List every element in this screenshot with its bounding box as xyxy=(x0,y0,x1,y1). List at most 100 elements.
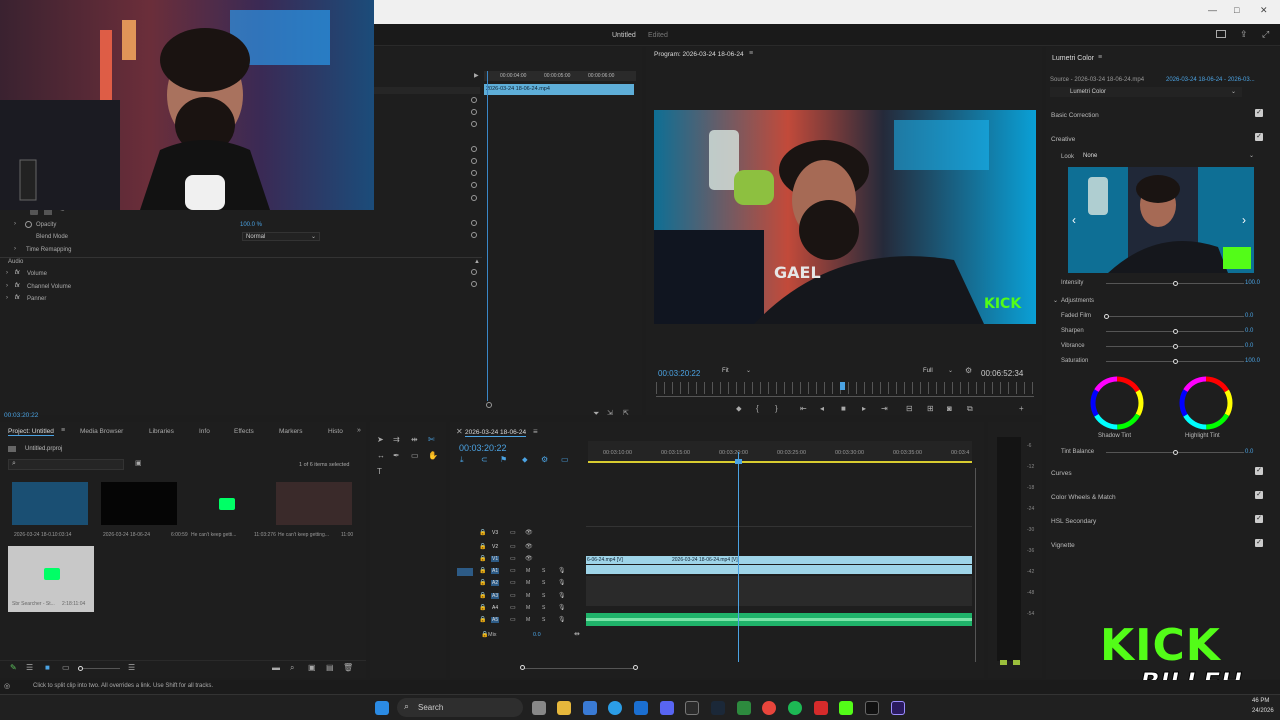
ec-clip-bar[interactable]: 2026-03-24 18-06-24.mp4 xyxy=(484,84,634,95)
adjustments-header[interactable]: Adjustments xyxy=(1061,298,1094,304)
track-label[interactable]: V1 xyxy=(491,556,500,562)
program-playhead[interactable] xyxy=(840,382,845,390)
zoom-track[interactable] xyxy=(80,668,120,669)
expand-icon[interactable]: › xyxy=(6,270,8,276)
lock-icon[interactable]: 🔒 xyxy=(479,604,486,611)
timeline-timecode[interactable]: 00:03:20:22 xyxy=(459,443,507,453)
automate-icon[interactable]: ▬ xyxy=(272,664,280,672)
mail-icon[interactable] xyxy=(634,701,648,715)
start-icon[interactable] xyxy=(375,701,389,715)
basic-correction-header[interactable]: Basic Correction xyxy=(1051,112,1099,119)
sync-lock-icon[interactable]: ▭ xyxy=(510,579,516,586)
look-select[interactable]: None ⌄ xyxy=(1080,152,1258,161)
prev-look-icon[interactable]: ‹ xyxy=(1072,213,1076,227)
intensity-value[interactable]: 100.0 xyxy=(1245,280,1260,286)
terminal-icon[interactable] xyxy=(685,701,699,715)
export-frame-icon[interactable]: ◙ xyxy=(947,405,952,413)
type-tool-icon[interactable]: T xyxy=(377,468,382,476)
lock-icon[interactable]: 🔒 xyxy=(479,529,486,536)
reset-icon[interactable] xyxy=(471,220,477,226)
wrench-icon[interactable]: ⚙ xyxy=(541,456,548,464)
scroll-knob-right[interactable] xyxy=(633,665,638,670)
mute-button[interactable]: M xyxy=(526,580,530,586)
add-marker-icon[interactable]: ⚑ xyxy=(500,456,507,464)
mic-icon[interactable]: 🎙 xyxy=(558,579,566,586)
program-video[interactable]: GAEL KICK xyxy=(654,110,1036,324)
new-bin-icon[interactable]: ▣ xyxy=(135,460,142,467)
solo-button[interactable]: S xyxy=(542,605,545,611)
slider-knob[interactable] xyxy=(1104,314,1109,319)
solo-button[interactable]: S xyxy=(542,580,545,586)
kick-app-icon[interactable] xyxy=(839,701,853,715)
slider-knob[interactable] xyxy=(1173,359,1178,364)
go-to-out-icon[interactable]: ⇥ xyxy=(881,405,888,413)
vignette-checkbox[interactable]: ✓ xyxy=(1255,539,1263,547)
project-tab-3[interactable]: Info xyxy=(199,428,210,435)
reset-icon[interactable] xyxy=(471,158,477,164)
xbox-icon[interactable] xyxy=(737,701,751,715)
solo-button[interactable]: S xyxy=(542,617,545,623)
expand-icon[interactable]: ▶ xyxy=(474,73,479,79)
file-explorer-icon[interactable] xyxy=(557,701,571,715)
lumetri-source-link[interactable]: 2026-03-24 18-06-24 - 2026-03... xyxy=(1166,77,1255,83)
stop-icon[interactable]: ■ xyxy=(841,405,846,413)
minimize-icon[interactable]: — xyxy=(1208,5,1217,15)
sync-lock-icon[interactable]: ▭ xyxy=(510,555,516,562)
expand-icon[interactable]: › xyxy=(6,295,8,301)
step-back-icon[interactable]: ◂ xyxy=(820,405,824,413)
trash-icon[interactable]: 🗑 xyxy=(343,664,353,672)
maximize-icon[interactable]: □ xyxy=(1234,5,1239,15)
go-to-in-icon[interactable]: ⇤ xyxy=(800,405,807,413)
basic-correction-checkbox[interactable]: ✓ xyxy=(1255,109,1263,117)
settings-icon[interactable]: ⇱ xyxy=(623,410,629,417)
solo-button[interactable]: S xyxy=(542,593,545,599)
project-tab-2[interactable]: Libraries xyxy=(149,428,174,435)
zoom-bar[interactable] xyxy=(656,396,1034,397)
lift-icon[interactable]: ⊟ xyxy=(906,405,913,413)
timeline-playhead[interactable] xyxy=(738,452,739,662)
sync-lock-icon[interactable]: ▭ xyxy=(510,567,516,574)
lock-icon[interactable]: 🔒 xyxy=(479,555,486,562)
fit-select[interactable]: Fit ⌄ xyxy=(718,367,756,377)
slider-value[interactable]: 0.0 xyxy=(1245,313,1253,319)
eye-icon[interactable]: 👁 xyxy=(525,529,533,536)
app-icon[interactable] xyxy=(814,701,828,715)
mic-icon[interactable]: 🎙 xyxy=(558,616,566,623)
close-icon[interactable]: ✕ xyxy=(1260,5,1268,16)
snap-icon[interactable]: ⤓ xyxy=(460,456,464,464)
mic-icon[interactable]: 🎙 xyxy=(558,592,566,599)
clip-thumbnail[interactable] xyxy=(276,482,352,525)
h-scrollbar[interactable] xyxy=(522,668,636,669)
pencil-icon[interactable]: ✎ xyxy=(10,664,17,672)
slider-knob[interactable] xyxy=(1173,344,1178,349)
mute-button[interactable]: M xyxy=(526,593,530,599)
extract-icon[interactable]: ⊞ xyxy=(927,405,934,413)
menu-icon[interactable]: ≡ xyxy=(749,50,753,57)
reset-icon[interactable] xyxy=(471,269,477,275)
lumetri-preset-select[interactable]: Lumetri Color ⌄ xyxy=(1050,87,1242,97)
steam-icon[interactable] xyxy=(711,701,725,715)
zoom-slider-knob[interactable] xyxy=(486,402,492,408)
mic-icon[interactable]: 🎙 xyxy=(558,604,566,611)
menu-icon[interactable]: ≡ xyxy=(1098,54,1102,61)
chrome-icon[interactable] xyxy=(762,701,776,715)
clip-thumbnail[interactable] xyxy=(12,482,88,525)
slider-value[interactable]: 0.0 xyxy=(1245,328,1253,334)
overflow-icon[interactable]: » xyxy=(357,427,361,434)
source-patch[interactable] xyxy=(457,568,473,576)
new-item-icon[interactable]: ▤ xyxy=(326,664,334,672)
chevron-down-icon[interactable]: ⌄ xyxy=(1053,297,1058,304)
collapse-icon[interactable]: ▲ xyxy=(474,259,480,265)
quality-select[interactable]: Full ⌄ xyxy=(920,367,958,377)
v-scrollbar[interactable] xyxy=(975,468,976,662)
curves-header[interactable]: Curves xyxy=(1051,470,1072,477)
scroll-knob-left[interactable] xyxy=(520,665,525,670)
mic-icon[interactable]: 🎙 xyxy=(558,567,566,574)
mute-button[interactable]: M xyxy=(526,605,530,611)
list-view-icon[interactable]: ☰ xyxy=(26,664,33,672)
track-label[interactable]: V3 xyxy=(491,530,499,536)
expand-icon[interactable]: › xyxy=(6,283,8,289)
expand-icon[interactable]: › xyxy=(14,221,16,227)
linked-select-icon[interactable]: ⊂ xyxy=(481,456,488,464)
look-preview[interactable]: ‹ › xyxy=(1068,167,1254,273)
